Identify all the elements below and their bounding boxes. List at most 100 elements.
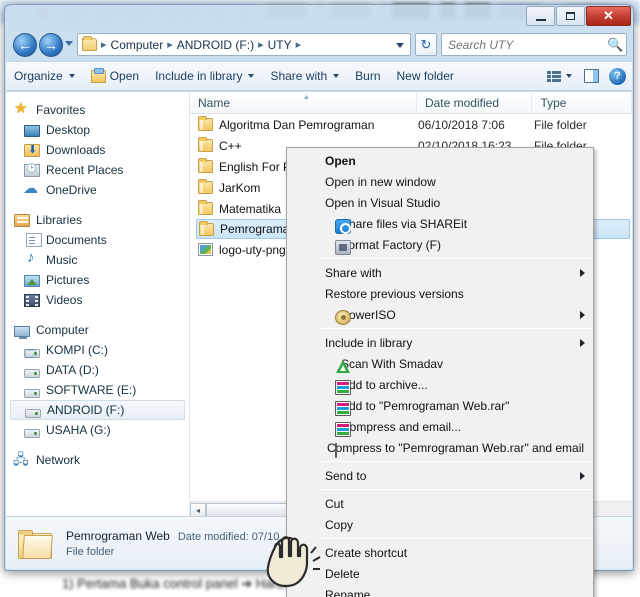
breadcrumb-android-f[interactable]: ANDROID (F:) [174,37,257,53]
sidebar-label: Documents [46,233,107,247]
open-label: Open [109,69,140,83]
title-bar[interactable]: ✕ [5,5,633,29]
folder-icon [198,137,213,152]
context-menu-item-compress-to-rar-and-email[interactable]: Compress to "Pemrograman Web.rar" and em… [287,437,593,458]
breadcrumb-uty[interactable]: UTY [265,37,295,53]
address-chevron-down-icon[interactable] [396,43,404,48]
sidebar-item-downloads[interactable]: Downloads [6,140,189,160]
sidebar-item-libraries[interactable]: Libraries [6,210,189,230]
address-bar[interactable]: ▸ Computer ▸ ANDROID (F:) ▸ UTY ▸ [77,33,411,56]
sidebar-label: Videos [46,293,83,307]
context-menu-item-add-to-archive[interactable]: Add to archive... [287,374,593,395]
refresh-icon[interactable]: ↻ [415,33,437,56]
command-toolbar: Organize Open Include in library Share w… [6,61,632,91]
winrar-icon [335,401,351,416]
breadcrumb-sep-icon: ▸ [258,39,264,51]
sidebar-label: USAHA (G:) [46,423,111,437]
sidebar-label: Music [46,253,78,267]
chevron-down-icon [248,74,255,78]
details-date-modified: Date modified: 07/10 [177,530,280,543]
context-menu-item-poweriso[interactable]: PowerISO [287,304,593,325]
sidebar-item-pictures[interactable]: Pictures [6,270,189,290]
burn-button[interactable]: Burn [347,65,388,87]
smadav-icon [335,359,351,374]
breadcrumb-computer[interactable]: Computer [108,37,167,53]
context-menu-item-copy[interactable]: Copy [287,514,593,535]
sidebar-item-favorites[interactable]: Favorites [6,99,189,120]
context-menu-item-restore-previous-versions[interactable]: Restore previous versions [287,283,593,304]
sidebar-item-network[interactable]: Network [6,449,189,473]
search-box[interactable]: 🔍 [441,33,627,56]
new-folder-button[interactable]: New folder [389,65,462,87]
include-in-library-button[interactable]: Include in library [147,65,262,87]
sidebar-item-kompi-c[interactable]: KOMPI (C:) [6,340,189,364]
column-header-name[interactable]: Name [190,92,417,114]
file-name-label: Matematika [219,201,282,216]
star-icon [14,99,30,117]
table-row[interactable]: Algoritma Dan Pemrograman 06/10/2018 7:0… [190,114,632,135]
maximize-button[interactable] [556,6,585,26]
navpane-group-computer: Computer KOMPI (C:) DATA (D:) SOFTWARE (… [6,320,189,440]
close-button[interactable]: ✕ [586,6,631,26]
back-icon[interactable]: ← [13,33,37,57]
onedrive-icon [23,179,40,197]
context-menu-item-share-with[interactable]: Share with [287,262,593,283]
context-menu-item-include-in-library[interactable]: Include in library [287,332,593,353]
sidebar-item-computer[interactable]: Computer [6,320,189,340]
sidebar-item-usaha-g[interactable]: USAHA (G:) [6,420,189,440]
context-menu-item-share-files-via-shareit[interactable]: Share files via SHAREit [287,213,593,234]
organize-button[interactable]: Organize [6,65,83,87]
drive-icon [25,408,41,418]
preview-pane-icon[interactable] [584,69,599,83]
winrar-icon [335,380,351,395]
sidebar-item-videos[interactable]: Videos [6,290,189,310]
folder-icon [82,36,97,51]
share-with-button[interactable]: Share with [262,65,347,87]
folder-icon [198,116,213,131]
context-menu-item-open[interactable]: Open [287,150,593,171]
context-menu-separator [319,538,591,539]
context-menu-item-open-in-new-window[interactable]: Open in new window [287,171,593,192]
sidebar-item-software-e[interactable]: SOFTWARE (E:) [6,380,189,400]
sidebar-item-android-f[interactable]: ANDROID (F:) [10,400,185,420]
context-menu-item-format-factory[interactable]: Format Factory (F) [287,234,593,255]
navpane-group-libraries: Libraries Documents Music Pictures [6,210,189,310]
downloads-icon [24,143,40,157]
context-menu-item-open-in-visual-studio[interactable]: Open in Visual Studio [287,192,593,213]
sidebar-item-music[interactable]: Music [6,249,189,270]
winrar-icon [335,422,351,437]
context-menu-item-compress-and-email[interactable]: Compress and email... [287,416,593,437]
column-header-type[interactable]: Type [532,92,632,114]
open-button[interactable]: Open [83,65,147,87]
change-view-icon[interactable] [547,70,562,83]
context-menu-item-send-to[interactable]: Send to [287,465,593,486]
navigation-pane: Favorites Desktop Downloads Recent Place… [6,92,190,518]
search-icon[interactable]: 🔍 [607,37,623,53]
context-menu-item-delete[interactable]: Delete [287,563,593,584]
sidebar-item-desktop[interactable]: Desktop [6,120,189,140]
organize-label: Organize [14,69,63,83]
recent-pages-chevron-down-icon[interactable] [65,41,73,46]
sidebar-label: DATA (D:) [46,363,99,377]
context-menu-label: Include in library [325,335,413,350]
sidebar-item-documents[interactable]: Documents [6,230,189,250]
sidebar-item-onedrive[interactable]: OneDrive [6,179,189,200]
search-input[interactable] [446,36,607,53]
context-menu-item-create-shortcut[interactable]: Create shortcut [287,542,593,563]
context-menu-separator [319,328,591,329]
chevron-down-icon[interactable] [566,74,572,78]
context-menu-item-scan-with-smadav[interactable]: Scan With Smadav [287,353,593,374]
videos-icon [24,293,40,307]
context-menu-item-rename[interactable]: Rename [287,584,593,597]
column-header-date-modified[interactable]: Date modified [417,92,533,114]
file-type-cell: File folder [534,117,587,132]
forward-icon[interactable]: → [39,33,63,57]
help-icon[interactable]: ? [609,67,626,85]
documents-icon [26,233,42,247]
context-menu-item-add-to-rar[interactable]: Add to "Pemrograman Web.rar" [287,395,593,416]
context-menu-label: Share files via SHAREit [341,216,468,231]
include-in-library-label: Include in library [155,69,243,83]
context-menu-item-cut[interactable]: Cut [287,493,593,514]
sidebar-item-recent-places[interactable]: Recent Places [6,160,189,180]
minimize-button[interactable] [526,6,555,26]
